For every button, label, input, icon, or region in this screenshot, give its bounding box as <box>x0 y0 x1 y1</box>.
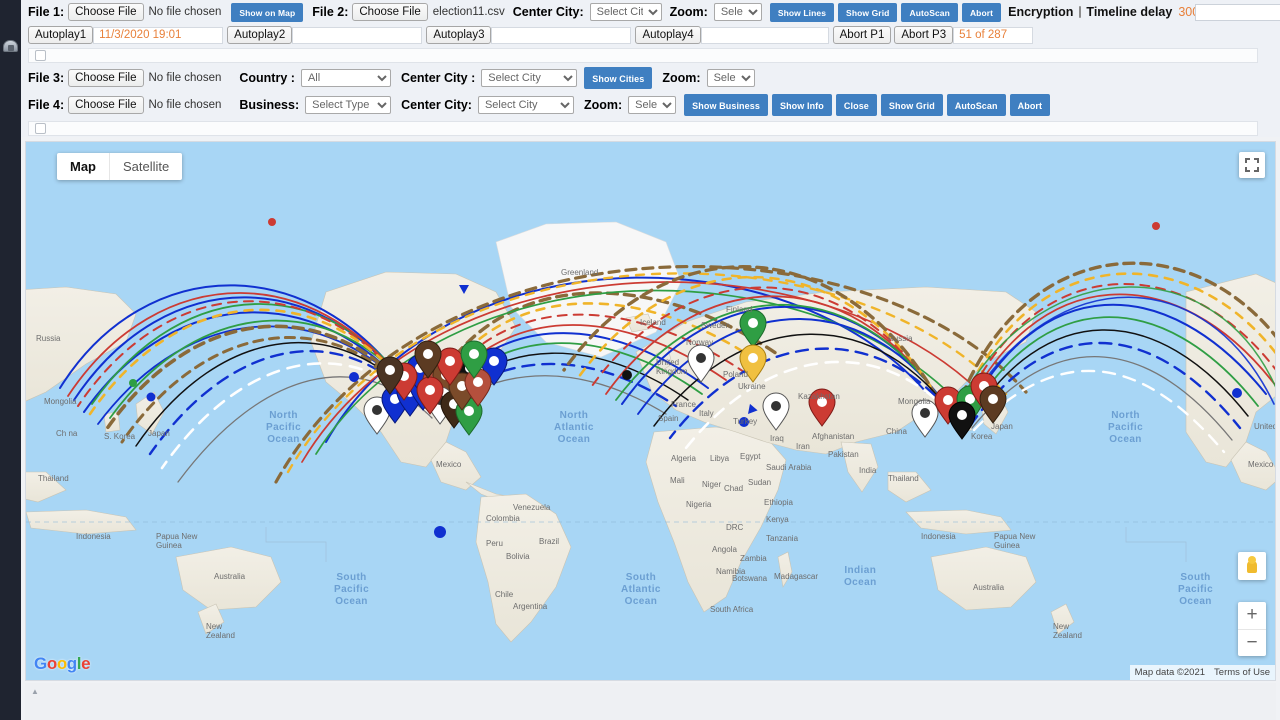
file2-center-city-label: Center City: <box>512 5 584 19</box>
east-asia-marker-cluster <box>911 372 1007 440</box>
file3-zoom-select[interactable]: Select <box>706 68 755 87</box>
autoplay1-button[interactable]: Autoplay1 <box>28 26 94 44</box>
row4-checkbox[interactable] <box>35 122 46 134</box>
map-data-attribution: Map data ©2021 <box>1134 667 1206 678</box>
file3-label: File 3: <box>28 70 65 85</box>
application-window: File 1: Choose File No file chosen Show … <box>0 0 1280 720</box>
timeline-delay-field[interactable] <box>1195 3 1280 21</box>
toolbar-row-file3: File 3: Choose File No file chosen Count… <box>21 64 1280 91</box>
file4-choose-file-button[interactable]: Choose File <box>68 96 144 114</box>
file1-choose-file-button[interactable]: Choose File <box>68 3 144 21</box>
fullscreen-corner-br <box>1254 167 1259 172</box>
encryption-label: Encryption <box>1008 5 1074 19</box>
north-america-marker-cluster <box>363 340 508 436</box>
autoscan-button-row4[interactable]: AutoScan <box>946 94 1006 116</box>
autoplay3-button[interactable]: Autoplay3 <box>426 26 492 44</box>
abort-p3-button[interactable]: Abort P3 <box>894 26 954 44</box>
file3-center-city-select[interactable]: Select City <box>481 68 578 87</box>
file2-zoom-label: Zoom: <box>669 5 708 19</box>
show-lines-button[interactable]: Show Lines <box>769 2 835 22</box>
file2-label: File 2: <box>312 5 349 19</box>
abort-button-row4[interactable]: Abort <box>1009 94 1051 116</box>
row2-checkbox[interactable] <box>35 49 46 61</box>
show-grid-button-row4[interactable]: Show Grid <box>880 94 943 116</box>
file3-zoom-label: Zoom: <box>662 70 701 85</box>
toolbar-separator-row-1 <box>21 46 1280 64</box>
pegman-head <box>1248 556 1256 564</box>
encryption-checkbox[interactable] <box>1079 6 1082 18</box>
map-zoom-control[interactable]: + − <box>1238 602 1266 656</box>
toolbar-separator-row-2 <box>21 119 1280 137</box>
file4-center-city-select[interactable]: Select City <box>477 96 574 114</box>
autoplay2-value <box>292 26 423 44</box>
show-on-map-button[interactable]: Show on Map <box>231 2 304 22</box>
file2-choose-file-button[interactable]: Choose File <box>352 3 428 21</box>
file2-zoom-select[interactable]: Select <box>713 3 762 21</box>
file1-label: File 1: <box>28 5 65 19</box>
app-logo-icon <box>3 40 18 52</box>
file2-center-city-select[interactable]: Select City <box>589 3 662 21</box>
country-select[interactable]: All <box>300 68 391 87</box>
map-markers-layer[interactable] <box>26 142 1276 681</box>
autoplay-progress: 51 of 287 <box>953 26 1034 44</box>
fullscreen-corner-tl <box>1245 158 1250 163</box>
map-type-map-button[interactable]: Map <box>57 153 109 180</box>
street-view-pegman-icon[interactable] <box>1238 552 1266 580</box>
show-grid-button-row1[interactable]: Show Grid <box>838 2 898 22</box>
autoplay1-value: 11/3/2020 19:01 <box>93 26 224 44</box>
autoplay3-value <box>491 26 632 44</box>
file3-choose-file-button[interactable]: Choose File <box>68 68 144 87</box>
show-info-button[interactable]: Show Info <box>771 94 832 116</box>
zoom-in-button[interactable]: + <box>1238 602 1266 629</box>
abort-p1-button[interactable]: Abort P1 <box>832 26 892 44</box>
timeline-delay-label: Timeline delay <box>1086 5 1173 19</box>
business-type-select[interactable]: Select Type <box>305 96 392 114</box>
file3-status: No file chosen <box>148 71 222 84</box>
terms-of-use-link[interactable]: Terms of Use <box>1214 667 1270 678</box>
show-business-button[interactable]: Show Business <box>684 94 768 116</box>
bottom-strip: ▲ <box>25 683 1276 720</box>
content-area: File 1: Choose File No file chosen Show … <box>21 0 1280 720</box>
show-cities-button[interactable]: Show Cities <box>584 66 653 89</box>
left-rail <box>0 0 21 720</box>
file3-center-city-label: Center City : <box>400 70 476 85</box>
file4-status: No file chosen <box>148 99 222 111</box>
file4-label: File 4: <box>28 98 65 112</box>
close-button[interactable]: Close <box>835 94 877 116</box>
map-attribution: Map data ©2021 Terms of Use <box>1129 665 1275 680</box>
business-label: Business: <box>239 98 300 112</box>
toolbar-row-file1-file2: File 1: Choose File No file chosen Show … <box>21 0 1280 24</box>
fullscreen-icon[interactable] <box>1239 152 1265 178</box>
autoplay4-button[interactable]: Autoplay4 <box>635 26 701 44</box>
abort-button-row1[interactable]: Abort <box>961 2 1002 22</box>
zoom-out-button[interactable]: − <box>1238 629 1266 656</box>
map-type-satellite-button[interactable]: Satellite <box>109 153 182 180</box>
autoscan-button-row1[interactable]: AutoScan <box>901 2 958 22</box>
file4-center-city-label: Center City: <box>401 98 472 112</box>
file4-zoom-select[interactable]: Select <box>628 96 677 114</box>
country-label: Country : <box>239 70 295 85</box>
europe-marker-cluster <box>687 309 836 431</box>
google-logo: Google <box>34 654 91 673</box>
fullscreen-corner-tr <box>1254 158 1259 163</box>
fullscreen-corner-bl <box>1245 167 1250 172</box>
map-type-control[interactable]: Map Satellite <box>57 153 183 180</box>
file4-zoom-label: Zoom: <box>583 98 623 112</box>
scroll-up-arrow-icon[interactable]: ▲ <box>31 687 39 696</box>
toolbar-row-file4: File 4: Choose File No file chosen Busin… <box>21 91 1280 119</box>
file1-status: No file chosen <box>148 6 222 18</box>
map-canvas[interactable]: North Pacific Ocean North Atlantic Ocean N… <box>25 141 1276 681</box>
toolbar-row-autoplay: Autoplay1 11/3/2020 19:01 Autoplay2 Auto… <box>21 24 1280 46</box>
file2-status: election11.csv <box>432 6 505 18</box>
autoplay2-button[interactable]: Autoplay2 <box>227 26 293 44</box>
autoplay4-value <box>700 26 829 44</box>
